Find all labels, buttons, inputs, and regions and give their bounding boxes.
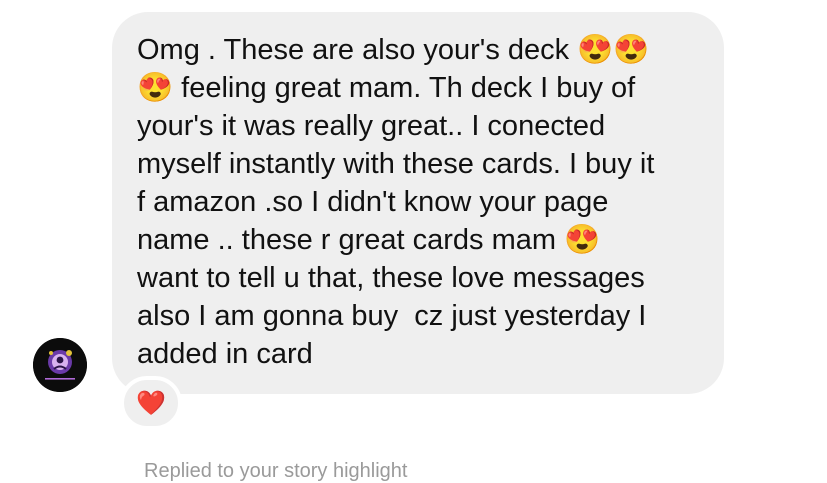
avatar[interactable] bbox=[33, 338, 87, 392]
profile-avatar-icon bbox=[33, 338, 87, 392]
message-line: f amazon .so I didn't know your page bbox=[137, 186, 609, 218]
message-bubble[interactable]: Omg . These are also your's deck 😍😍 😍 fe… bbox=[112, 12, 724, 394]
message-line: 😍 feeling great mam. Th deck I buy of bbox=[137, 72, 636, 104]
message-line: your's it was really great.. I conected bbox=[137, 110, 606, 142]
red-heart-icon: ❤️ bbox=[136, 389, 166, 417]
reaction-badge[interactable]: ❤️ bbox=[120, 376, 182, 430]
message-line: want to tell u that, these love messages bbox=[137, 262, 645, 294]
message-line: Omg . These are also your's deck 😍😍 bbox=[137, 34, 650, 66]
message-line: myself instantly with these cards. I buy… bbox=[137, 148, 655, 180]
reply-context-label: Replied to your story highlight bbox=[144, 460, 408, 482]
message-line: also I am gonna buy cz just yesterday I bbox=[137, 300, 647, 332]
message-line: name .. these r great cards mam 😍 bbox=[137, 224, 601, 256]
message-text: Omg . These are also your's deck 😍😍 😍 fe… bbox=[137, 31, 700, 373]
message-line: added in card bbox=[137, 338, 313, 370]
